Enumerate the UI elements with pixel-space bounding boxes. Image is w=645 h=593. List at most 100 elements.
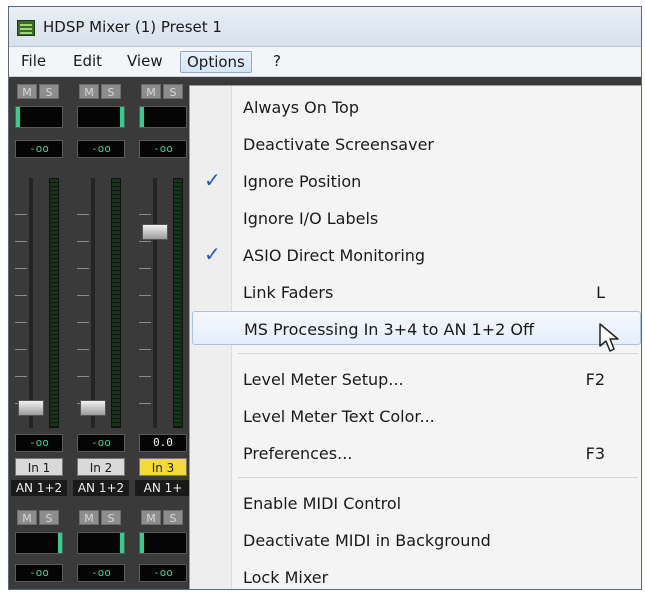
fader-track — [29, 178, 33, 428]
options-dropdown-menu: Always On Top Deactivate Screensaver ✓ I… — [189, 85, 641, 589]
solo-button[interactable]: S — [163, 84, 183, 99]
output-label[interactable]: AN 1+ — [135, 480, 191, 496]
level-meter — [49, 178, 59, 428]
mute-button[interactable]: M — [79, 84, 99, 99]
mixer-app-icon — [17, 20, 35, 36]
menu-separator — [238, 477, 638, 478]
solo-button[interactable]: S — [39, 510, 59, 525]
menu-item-label: Deactivate MIDI in Background — [243, 531, 491, 550]
menu-item-label: ASIO Direct Monitoring — [243, 246, 426, 265]
menu-item-deactivate-midi-background[interactable]: Deactivate MIDI in Background — [192, 523, 641, 557]
level-readout: -oo — [139, 564, 187, 582]
mute-solo-row: M S — [73, 84, 129, 100]
menu-item-ms-processing[interactable]: MS Processing In 3+4 to AN 1+2 Off — [192, 311, 641, 345]
menu-item-level-meter-setup[interactable]: Level Meter Setup... F2 — [192, 362, 641, 396]
menu-item-label: Ignore I/O Labels — [243, 209, 379, 228]
mute-button[interactable]: M — [79, 510, 99, 525]
menu-item-label: Link Faders — [243, 283, 334, 302]
fader-readout: -oo — [77, 434, 125, 452]
level-readout: -oo — [139, 140, 187, 158]
level-readout: -oo — [15, 140, 63, 158]
channel-strip-3: M S -oo 0.0 In 3 AN 1+ M S -oo — [135, 78, 191, 589]
output-label[interactable]: AN 1+2 — [73, 480, 129, 496]
menu-options[interactable]: Options — [180, 51, 252, 73]
menu-item-label: Always On Top — [243, 98, 359, 117]
level-meter — [173, 178, 183, 428]
menu-item-label: Level Meter Setup... — [243, 370, 404, 389]
menu-item-preferences[interactable]: Preferences... F3 — [192, 436, 641, 470]
menu-item-link-faders[interactable]: Link Faders L — [192, 275, 641, 309]
window-title: HDSP Mixer (1) Preset 1 — [43, 18, 222, 36]
menu-item-deactivate-screensaver[interactable]: Deactivate Screensaver — [192, 127, 641, 161]
mute-solo-row: M S — [135, 84, 191, 100]
input-label[interactable]: In 1 — [15, 458, 63, 476]
menu-item-asio-direct-monitoring[interactable]: ✓ ASIO Direct Monitoring — [192, 238, 641, 272]
menu-item-shortcut: F3 — [585, 444, 605, 463]
menu-item-lock-mixer[interactable]: Lock Mixer — [192, 560, 641, 589]
menu-item-label: Lock Mixer — [243, 568, 329, 587]
level-meter — [111, 178, 121, 428]
channel-strip-2: M S -oo -oo In 2 AN 1+2 M S -oo — [73, 78, 129, 589]
menu-item-label: Ignore Position — [243, 172, 362, 191]
panorama-display[interactable] — [15, 106, 63, 128]
fader-knob[interactable] — [18, 400, 44, 416]
fader[interactable] — [139, 178, 187, 428]
title-bar[interactable]: HDSP Mixer (1) Preset 1 — [9, 7, 641, 47]
level-readout: -oo — [77, 564, 125, 582]
mute-solo-row: M S — [11, 84, 67, 100]
fader-track — [153, 178, 157, 428]
menu-bar: File Edit View Options ? — [9, 47, 641, 77]
menu-item-level-meter-text-color[interactable]: Level Meter Text Color... — [192, 399, 641, 433]
mute-button[interactable]: M — [141, 84, 161, 99]
mute-solo-row-2: M S — [135, 510, 191, 526]
menu-item-label: Enable MIDI Control — [243, 494, 402, 513]
solo-button[interactable]: S — [101, 84, 121, 99]
solo-button[interactable]: S — [101, 510, 121, 525]
mouse-cursor-icon — [599, 323, 619, 352]
menu-item-label: Preferences... — [243, 444, 353, 463]
menu-item-ignore-position[interactable]: ✓ Ignore Position — [192, 164, 641, 198]
solo-button[interactable]: S — [39, 84, 59, 99]
mute-button[interactable]: M — [17, 510, 37, 525]
hdsp-mixer-window: HDSP Mixer (1) Preset 1 File Edit View O… — [8, 6, 642, 590]
menu-file[interactable]: File — [15, 51, 52, 73]
solo-button[interactable]: S — [163, 510, 183, 525]
fader-knob[interactable] — [80, 400, 106, 416]
menu-item-label: Deactivate Screensaver — [243, 135, 434, 154]
checkmark-icon: ✓ — [204, 168, 221, 192]
fader-readout: 0.0 — [139, 434, 187, 452]
fader-readout: -oo — [15, 434, 63, 452]
mute-button[interactable]: M — [141, 510, 161, 525]
fader[interactable] — [15, 178, 63, 428]
fader[interactable] — [77, 178, 125, 428]
panorama-display[interactable] — [77, 106, 125, 128]
menu-item-label: Level Meter Text Color... — [243, 407, 435, 426]
input-label[interactable]: In 2 — [77, 458, 125, 476]
menu-view[interactable]: View — [121, 51, 169, 73]
menu-help[interactable]: ? — [267, 51, 287, 73]
menu-item-shortcut: L — [596, 283, 605, 302]
menu-item-label: MS Processing In 3+4 to AN 1+2 Off — [244, 320, 534, 339]
menu-item-ignore-io-labels[interactable]: Ignore I/O Labels — [192, 201, 641, 235]
menu-item-shortcut: F2 — [585, 370, 605, 389]
menu-item-enable-midi-control[interactable]: Enable MIDI Control — [192, 486, 641, 520]
checkmark-icon: ✓ — [204, 242, 221, 266]
panorama-display[interactable] — [139, 532, 187, 554]
panorama-display[interactable] — [139, 106, 187, 128]
fader-knob[interactable] — [142, 224, 168, 240]
fader-track — [91, 178, 95, 428]
fader-scale — [15, 188, 27, 418]
level-readout: -oo — [15, 564, 63, 582]
menu-item-always-on-top[interactable]: Always On Top — [192, 90, 641, 124]
menu-separator — [238, 353, 638, 354]
channel-strip-1: M S -oo -oo In 1 AN 1+2 M S -oo — [11, 78, 67, 589]
menu-edit[interactable]: Edit — [67, 51, 108, 73]
output-label[interactable]: AN 1+2 — [11, 480, 67, 496]
mute-solo-row-2: M S — [73, 510, 129, 526]
input-label[interactable]: In 3 — [139, 458, 187, 476]
fader-scale — [139, 188, 151, 418]
mute-solo-row-2: M S — [11, 510, 67, 526]
mute-button[interactable]: M — [17, 84, 37, 99]
panorama-display[interactable] — [15, 532, 63, 554]
panorama-display[interactable] — [77, 532, 125, 554]
